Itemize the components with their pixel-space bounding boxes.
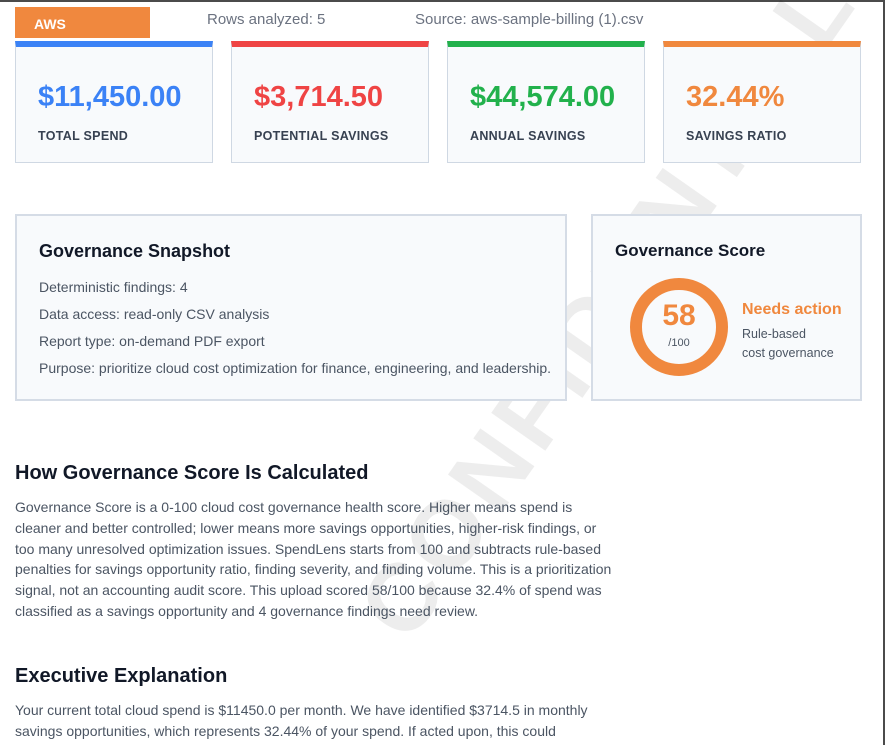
page-frame-top: [0, 0, 885, 2]
score-value: 58: [662, 299, 696, 332]
kpi-annual-savings: $44,574.00 ANNUAL SAVINGS: [447, 41, 645, 163]
source-file: Source: aws-sample-billing (1).csv: [415, 11, 644, 28]
kpi-label: SAVINGS RATIO: [686, 129, 787, 143]
provider-badge: AWS: [15, 7, 150, 38]
executive-explanation-heading: Executive Explanation: [15, 665, 228, 687]
kpi-potential-savings: $3,714.50 POTENTIAL SAVINGS: [231, 41, 429, 163]
score-status: Needs action: [742, 301, 842, 318]
kpi-value: $44,574.00: [470, 81, 616, 113]
executive-explanation-body: Your current total cloud spend is $11450…: [15, 702, 588, 739]
governance-snapshot-card: Governance Snapshot Deterministic findin…: [15, 214, 567, 401]
kpi-value: 32.44%: [686, 81, 785, 113]
score-title: Governance Score: [615, 241, 766, 260]
governance-score-card: Governance Score 58 /100 Needs action Ru…: [591, 214, 862, 401]
kpi-value: $3,714.50: [254, 81, 384, 113]
score-subtitle-line2: cost governance: [742, 346, 834, 360]
snapshot-line: Deterministic findings: 4: [39, 279, 188, 295]
snapshot-line: Report type: on-demand PDF export: [39, 333, 265, 349]
how-score-heading: How Governance Score Is Calculated: [15, 462, 369, 484]
score-subtitle-line1: Rule-based: [742, 327, 806, 341]
kpi-label: POTENTIAL SAVINGS: [254, 129, 389, 143]
score-max: /100: [668, 337, 690, 349]
kpi-value: $11,450.00: [38, 81, 182, 113]
kpi-total-spend: $11,450.00 TOTAL SPEND: [15, 41, 213, 163]
kpi-label: ANNUAL SAVINGS: [470, 129, 586, 143]
snapshot-line: Purpose: prioritize cloud cost optimizat…: [39, 360, 552, 376]
kpi-label: TOTAL SPEND: [38, 129, 129, 143]
snapshot-title: Governance Snapshot: [39, 241, 231, 261]
snapshot-line: Data access: read-only CSV analysis: [39, 306, 270, 322]
how-score-body: Governance Score is a 0-100 cloud cost g…: [15, 499, 612, 619]
kpi-savings-ratio: 32.44% SAVINGS RATIO: [663, 41, 861, 163]
rows-analyzed: Rows analyzed: 5: [207, 11, 326, 28]
